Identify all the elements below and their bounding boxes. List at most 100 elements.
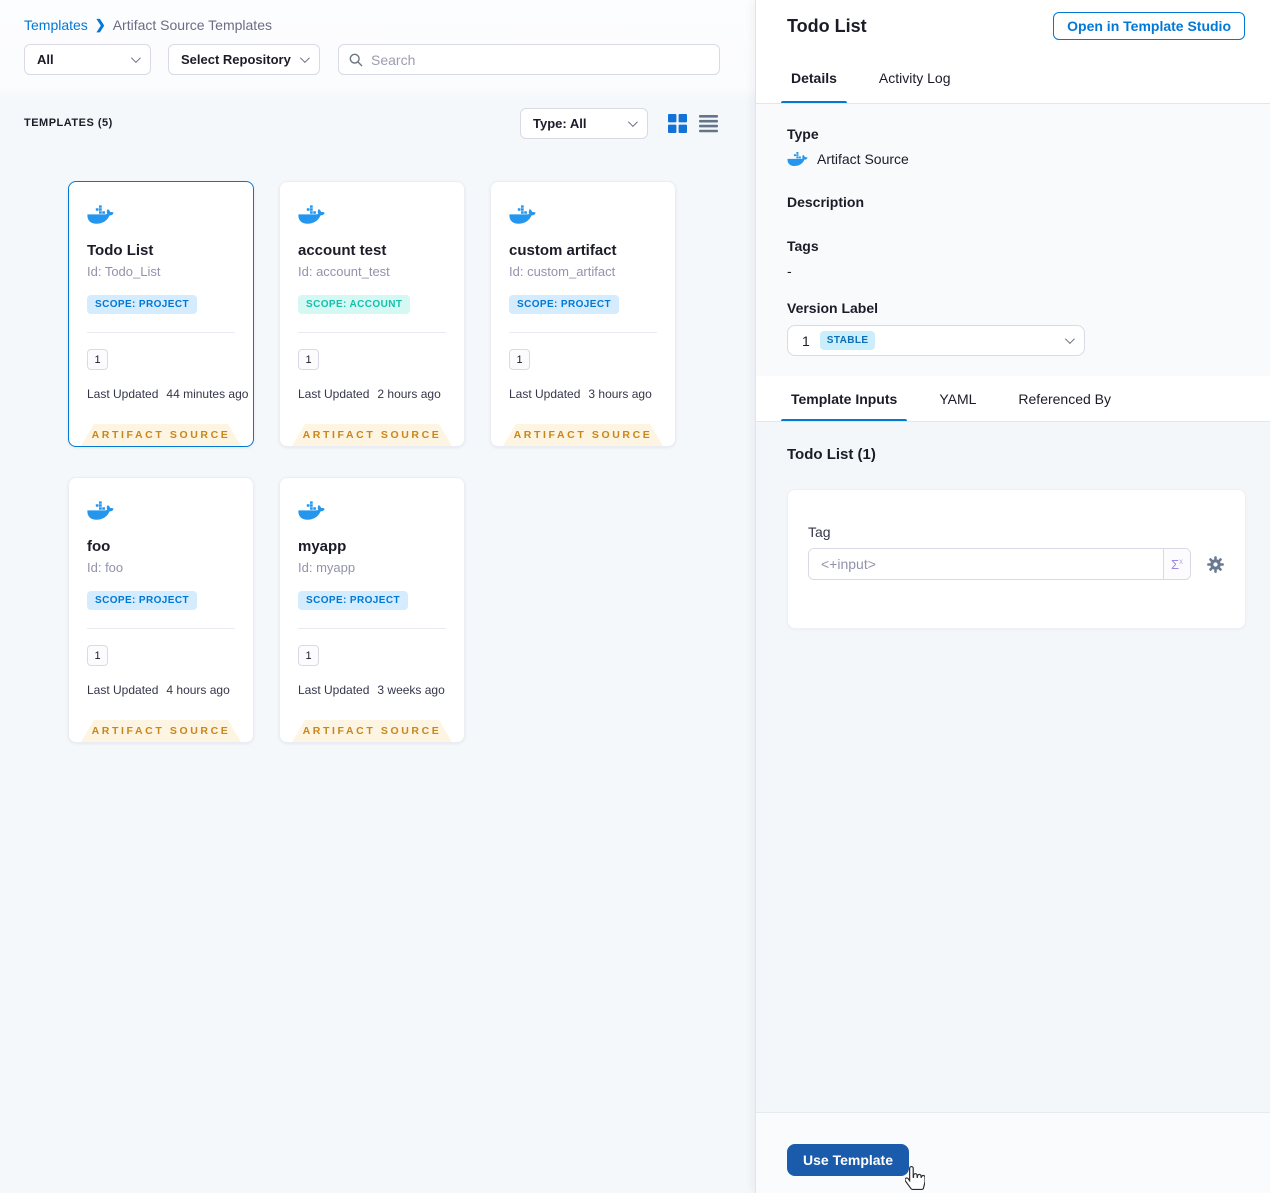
type-filter-select[interactable]: All xyxy=(24,44,151,75)
tags-value: - xyxy=(787,263,792,279)
tab-template-inputs[interactable]: Template Inputs xyxy=(780,376,908,421)
chevron-down-icon xyxy=(627,117,638,128)
details-header: Todo List Open in Template Studio xyxy=(756,0,1270,52)
scope-badge: SCOPE: PROJECT xyxy=(87,295,197,314)
tags-label: Tags xyxy=(787,238,819,254)
template-type-select[interactable]: Type: All xyxy=(520,108,648,139)
card-title: Todo List xyxy=(87,242,154,259)
settings-gear-icon[interactable] xyxy=(1206,555,1225,574)
tag-input-row: Σx xyxy=(808,548,1225,580)
expression-icon[interactable]: Σx xyxy=(1163,549,1190,579)
stable-badge: STABLE xyxy=(819,331,876,350)
template-details-panel: Todo List Open in Template Studio Detail… xyxy=(755,0,1270,1193)
last-updated: Last Updated 4 hours ago xyxy=(87,683,230,697)
card-title: myapp xyxy=(298,538,347,555)
template-card-custom-artifact[interactable]: custom artifact Id: custom_artifact SCOP… xyxy=(490,181,676,447)
details-section: Type Artifact Source Description Tags - … xyxy=(756,104,1270,376)
template-card-foo[interactable]: foo Id: foo SCOPE: PROJECT 1 Last Update… xyxy=(68,477,254,743)
tab-yaml[interactable]: YAML xyxy=(935,376,980,421)
description-label: Description xyxy=(787,194,865,210)
artifact-source-ribbon: ARTIFACT SOURCE xyxy=(81,720,241,742)
card-id: Id: Todo_List xyxy=(87,264,161,279)
card-title: custom artifact xyxy=(509,242,617,259)
search-icon xyxy=(349,53,363,66)
repository-filter-select[interactable]: Select Repository xyxy=(168,44,320,75)
last-updated: Last Updated 3 hours ago xyxy=(509,387,652,401)
chevron-down-icon xyxy=(1064,334,1075,345)
search-box xyxy=(338,44,720,75)
panel-footer: Use Template xyxy=(756,1112,1270,1193)
template-card-todo-list[interactable]: Todo List Id: Todo_List SCOPE: PROJECT 1… xyxy=(68,181,254,447)
type-filter-value: All xyxy=(37,52,54,67)
inputs-tabbar: Template Inputs YAML Referenced By xyxy=(756,376,1270,422)
template-card-myapp[interactable]: myapp Id: myapp SCOPE: PROJECT 1 Last Up… xyxy=(279,477,465,743)
search-input[interactable] xyxy=(371,51,709,68)
divider xyxy=(509,332,657,333)
version-label: Version Label xyxy=(787,300,879,316)
use-template-button[interactable]: Use Template xyxy=(787,1144,909,1176)
panel-title: Todo List xyxy=(787,15,867,36)
type-value-row: Artifact Source xyxy=(787,151,1239,167)
divider xyxy=(298,628,446,629)
templates-grid: Todo List Id: Todo_List SCOPE: PROJECT 1… xyxy=(68,181,708,743)
artifact-source-ribbon: ARTIFACT SOURCE xyxy=(292,424,452,446)
tag-input[interactable] xyxy=(809,549,1163,579)
tab-activity-log[interactable]: Activity Log xyxy=(875,52,955,103)
type-label: Type xyxy=(787,126,819,142)
grid-view-icon[interactable] xyxy=(668,114,687,133)
template-card-account-test[interactable]: account test Id: account_test SCOPE: ACC… xyxy=(279,181,465,447)
templates-count-label: TEMPLATES (5) xyxy=(24,117,113,129)
divider xyxy=(87,628,235,629)
docker-icon xyxy=(298,204,325,225)
artifact-source-ribbon: ARTIFACT SOURCE xyxy=(503,424,663,446)
docker-icon xyxy=(298,500,325,521)
divider xyxy=(87,332,235,333)
tag-label: Tag xyxy=(808,524,831,540)
last-updated: Last Updated 44 minutes ago xyxy=(87,387,249,401)
chevron-down-icon xyxy=(130,53,141,64)
template-type-value: Type: All xyxy=(533,116,587,131)
version-select[interactable]: 1 STABLE xyxy=(787,325,1085,356)
template-inputs-section: Todo List (1) Tag Σx xyxy=(756,422,1270,1112)
tag-input-wrap: Σx xyxy=(808,548,1191,580)
last-updated: Last Updated 3 weeks ago xyxy=(298,683,445,697)
divider xyxy=(298,332,446,333)
card-id: Id: custom_artifact xyxy=(509,264,616,279)
breadcrumb-chevron-icon: ❯ xyxy=(94,17,106,32)
breadcrumb-templates-link[interactable]: Templates xyxy=(24,17,88,33)
templates-list-panel: Templates ❯ Artifact Source Templates Al… xyxy=(0,0,755,1193)
docker-icon xyxy=(87,500,114,521)
details-tabbar: Details Activity Log xyxy=(756,52,1270,104)
tab-details[interactable]: Details xyxy=(781,52,847,103)
list-view-icon[interactable] xyxy=(699,114,718,133)
scope-badge: SCOPE: PROJECT xyxy=(509,295,619,314)
docker-icon xyxy=(787,151,808,167)
artifact-source-ribbon: ARTIFACT SOURCE xyxy=(81,424,241,446)
open-in-template-studio-button[interactable]: Open in Template Studio xyxy=(1053,12,1245,40)
card-id: Id: account_test xyxy=(298,264,390,279)
version-count-chip: 1 xyxy=(298,645,319,666)
scope-badge: SCOPE: PROJECT xyxy=(298,591,408,610)
version-count-chip: 1 xyxy=(87,645,108,666)
last-updated: Last Updated 2 hours ago xyxy=(298,387,441,401)
breadcrumb-current: Artifact Source Templates xyxy=(112,17,272,33)
tab-referenced-by[interactable]: Referenced By xyxy=(1014,376,1115,421)
card-id: Id: foo xyxy=(87,560,124,575)
version-count-chip: 1 xyxy=(87,349,108,370)
scope-badge: SCOPE: PROJECT xyxy=(87,591,197,610)
repository-filter-value: Select Repository xyxy=(181,52,291,67)
docker-icon xyxy=(87,204,114,225)
version-value: 1 xyxy=(802,332,810,349)
breadcrumb: Templates ❯ Artifact Source Templates xyxy=(24,17,272,33)
card-id: Id: myapp xyxy=(298,560,356,575)
inputs-title: Todo List (1) xyxy=(787,446,876,463)
docker-icon xyxy=(509,204,536,225)
chevron-down-icon xyxy=(299,53,310,64)
template-inputs-card: Tag Σx xyxy=(787,489,1246,629)
artifact-source-ribbon: ARTIFACT SOURCE xyxy=(292,720,452,742)
scope-badge: SCOPE: ACCOUNT xyxy=(298,295,411,314)
card-title: account test xyxy=(298,242,387,259)
card-title: foo xyxy=(87,538,111,555)
version-count-chip: 1 xyxy=(298,349,319,370)
version-count-chip: 1 xyxy=(509,349,530,370)
